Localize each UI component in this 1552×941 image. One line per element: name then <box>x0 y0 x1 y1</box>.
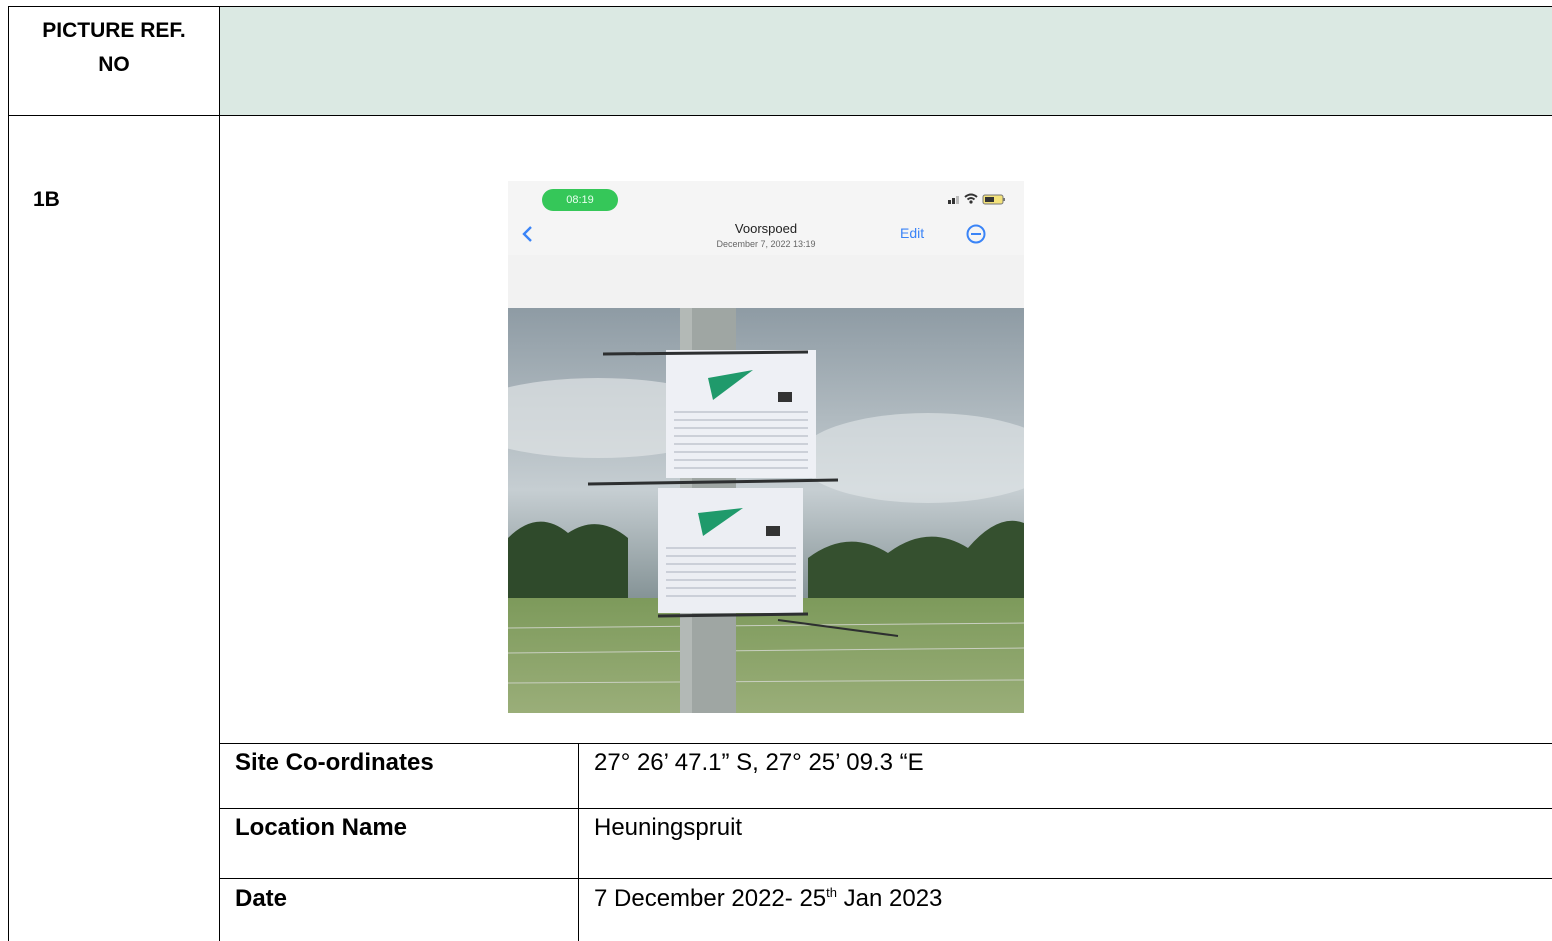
details-row-divider-1 <box>219 808 1552 809</box>
phone-status-bar: 08:19 <box>508 181 1024 211</box>
header-shaded-cell <box>219 7 1552 115</box>
site-notice-photo: 08:19 Voorspoed December 7, 2022 13:19 E… <box>508 181 1024 713</box>
back-chevron-icon[interactable] <box>520 225 534 243</box>
status-time-pill: 08:19 <box>542 189 618 211</box>
battery-icon <box>982 194 1005 205</box>
header-divider <box>8 115 1552 116</box>
edit-link[interactable]: Edit <box>900 225 924 241</box>
table-border-top <box>8 6 1552 7</box>
details-top-border <box>219 743 1552 744</box>
album-title: Voorspoed <box>734 221 798 236</box>
location-name-label: Location Name <box>235 814 408 841</box>
details-row-divider-2 <box>219 878 1552 879</box>
site-coordinates-value: 27° 26’ 47.1” S, 27° 25’ 09.3 “E <box>594 749 924 776</box>
date-value: 7 December 2022- 25th Jan 2023 <box>594 885 942 913</box>
ref-column-divider <box>219 6 220 941</box>
album-date: December 7, 2022 13:19 <box>716 239 816 249</box>
pole-notice-photo <box>508 308 1024 713</box>
details-column-divider <box>578 743 579 941</box>
status-icons <box>948 193 1005 205</box>
picture-ref-value: 1B <box>33 188 60 211</box>
wifi-icon <box>964 193 978 204</box>
location-name-value: Heuningspruit <box>594 814 743 841</box>
date-value-end: Jan 2023 <box>836 885 943 912</box>
signal-icon <box>948 196 959 204</box>
picture-ref-header: PICTURE REF. NO <box>42 19 186 76</box>
date-value-main: 7 December 2022- 25 <box>594 885 827 912</box>
more-icon[interactable] <box>964 224 988 244</box>
site-coordinates-label: Site Co-ordinates <box>235 749 434 776</box>
photo-nav-bar: Voorspoed December 7, 2022 13:19 Edit <box>508 211 1024 255</box>
date-label: Date <box>235 885 288 912</box>
table-border-left <box>8 6 9 941</box>
date-value-suffix: th <box>826 885 837 900</box>
